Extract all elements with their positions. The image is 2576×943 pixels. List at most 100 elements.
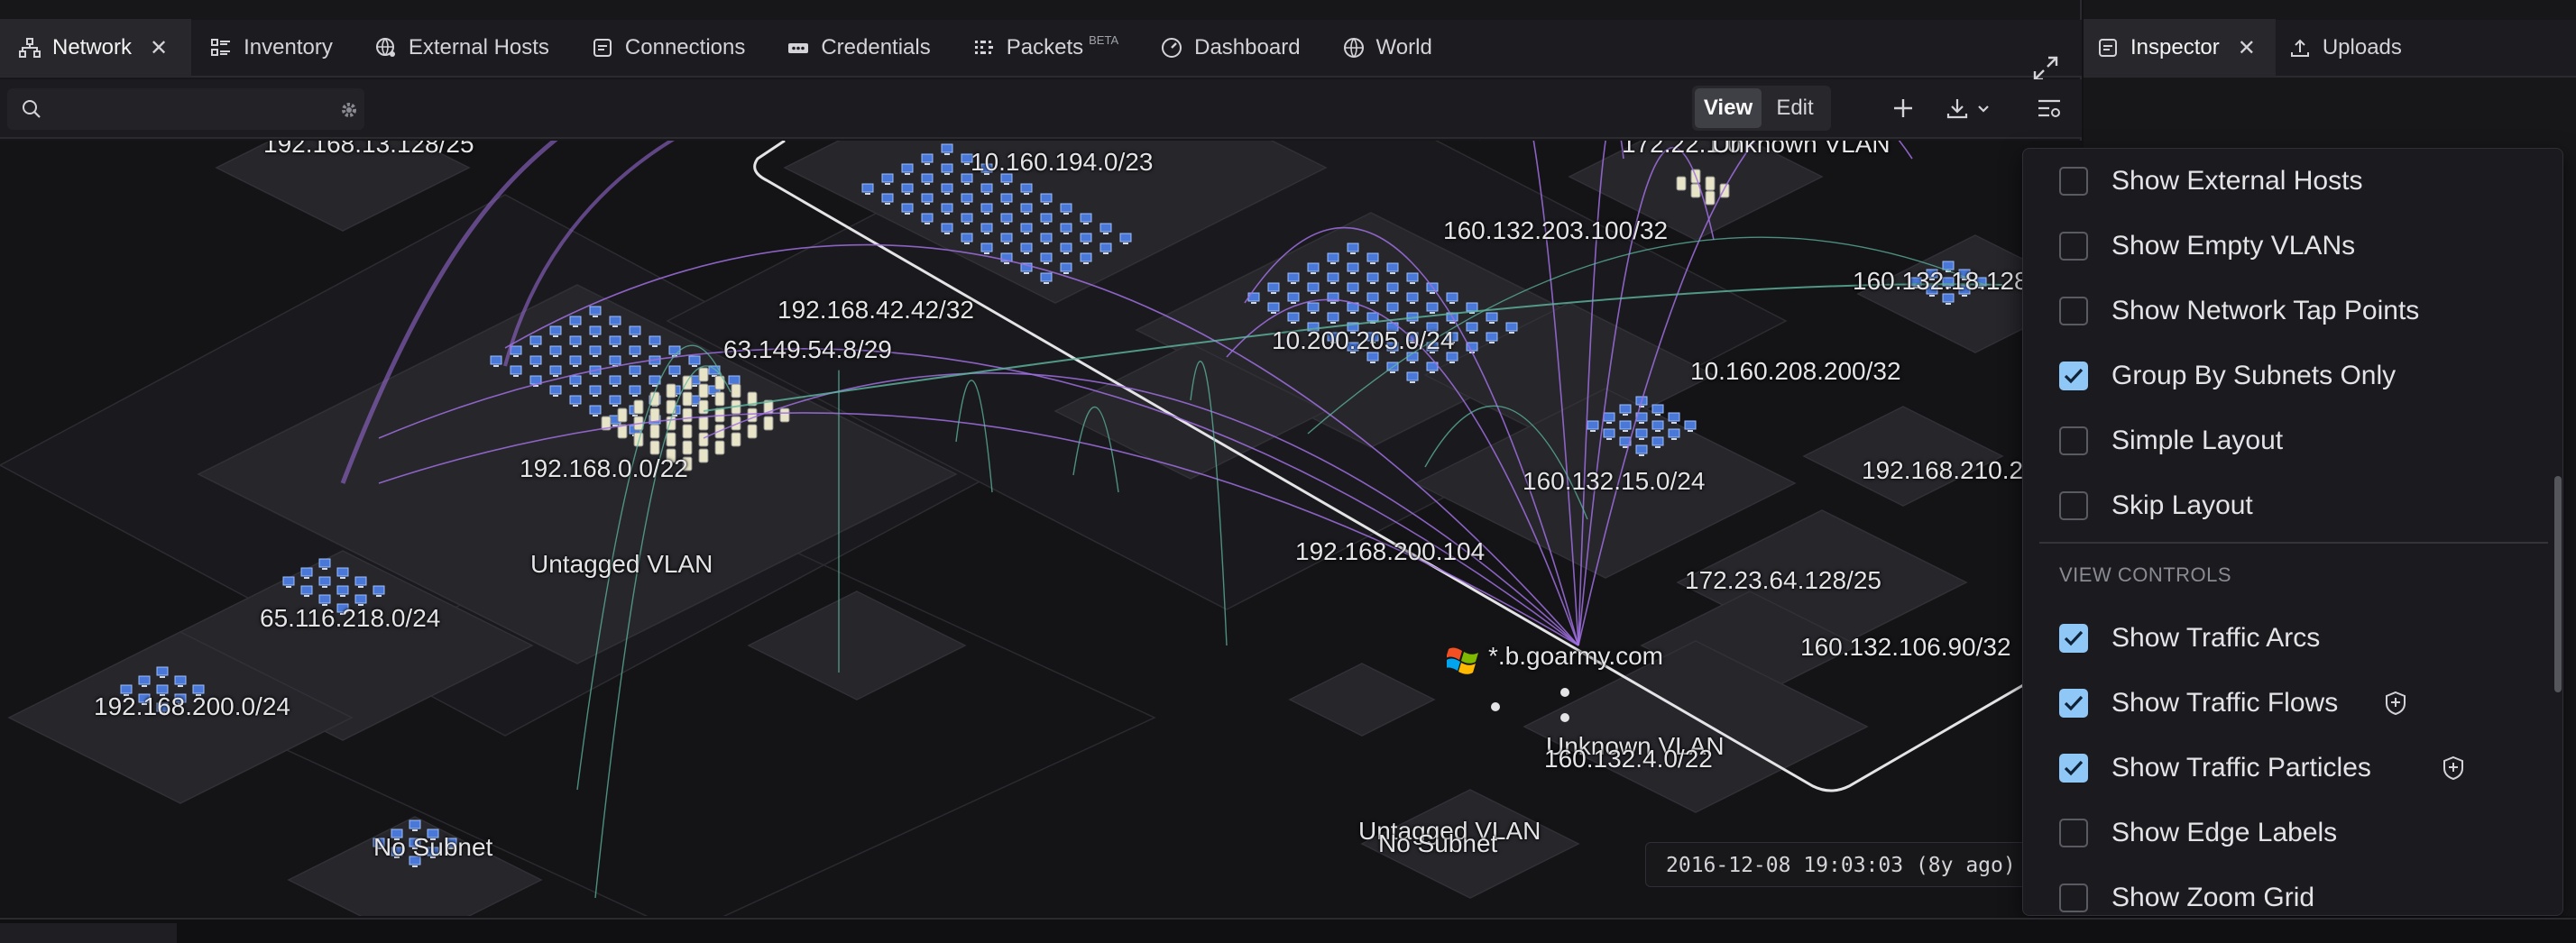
- subnet-label[interactable]: 10.160.208.200/32: [1690, 357, 1901, 386]
- subnet-label[interactable]: 192.168.0.0/22: [520, 454, 688, 483]
- tab-uploads[interactable]: Uploads: [2276, 19, 2422, 77]
- computer-stand: [1489, 322, 1495, 324]
- subnet-label[interactable]: 10.160.194.0/23: [971, 148, 1153, 177]
- subnet-label[interactable]: 63.149.54.8/29: [723, 335, 892, 364]
- computer-stand: [1639, 438, 1644, 440]
- computer-stand: [692, 385, 697, 387]
- subnet-label[interactable]: 65.116.218.0/24: [260, 604, 440, 633]
- shield-icon: [2443, 755, 2463, 781]
- checkbox-checked[interactable]: [2059, 624, 2088, 653]
- checkbox[interactable]: [2059, 491, 2088, 520]
- subnet-label[interactable]: 192.168.42.42/32: [777, 296, 974, 325]
- subnet-label[interactable]: No Subnet: [373, 833, 492, 862]
- view-mode-button[interactable]: View: [1695, 88, 1762, 128]
- subnet-label[interactable]: 192.168.13.128/25: [263, 141, 474, 159]
- add-icon[interactable]: [1887, 92, 1919, 124]
- server-icon: [747, 424, 758, 439]
- close-icon[interactable]: ✕: [2238, 35, 2256, 61]
- option-skip-layout[interactable]: Skip Layout: [2023, 481, 2528, 531]
- subnet-label[interactable]: 172.23.64.128/25: [1685, 566, 1881, 595]
- option-show-network-tap-points[interactable]: Show Network Tap Points: [2023, 286, 2528, 336]
- bottom-panel-strip: [0, 918, 2576, 943]
- tab-network[interactable]: Network ✕: [0, 19, 192, 77]
- option-simple-layout[interactable]: Simple Layout: [2023, 416, 2528, 466]
- subnet-label[interactable]: 192.168.210.21: [1862, 456, 2038, 485]
- computer-stand: [1123, 243, 1128, 244]
- vlan-label[interactable]: Unknown VLAN: [1712, 141, 1891, 159]
- host-label[interactable]: *.b.goarmy.com: [1488, 642, 1663, 671]
- host-label[interactable]: 192.168.200.104: [1295, 537, 1485, 566]
- option-show-traffic-flows[interactable]: Show Traffic Flows: [2023, 678, 2528, 728]
- option-show-empty-vlans[interactable]: Show Empty VLANs: [2023, 221, 2528, 271]
- download-dropdown-icon[interactable]: [1943, 92, 1997, 124]
- option-show-traffic-arcs[interactable]: Show Traffic Arcs: [2023, 613, 2528, 664]
- checkbox-checked[interactable]: [2059, 754, 2088, 783]
- computer-stand: [1044, 203, 1049, 205]
- computer-stand: [412, 829, 418, 831]
- network-graph[interactable]: [0, 141, 2082, 916]
- computer-icon: [1020, 183, 1033, 193]
- computer-icon: [1347, 262, 1359, 272]
- checkbox[interactable]: [2059, 232, 2088, 261]
- tab-inspector[interactable]: Inspector ✕: [2084, 19, 2276, 77]
- subnet-label[interactable]: 160.132.15.0/24: [1523, 467, 1705, 496]
- computer-icon: [1040, 252, 1053, 262]
- subnet-label[interactable]: 10.200.205.0/24: [1272, 326, 1454, 355]
- computer-stand: [1449, 322, 1455, 324]
- computer-stand: [1370, 282, 1375, 284]
- computer-icon: [941, 143, 953, 153]
- tab-inventory[interactable]: Inventory: [191, 19, 356, 77]
- tab-dashboard[interactable]: Dashboard: [1142, 19, 1323, 77]
- computer-stand: [1024, 193, 1029, 195]
- checkbox[interactable]: [2059, 167, 2088, 196]
- computer-stand: [632, 395, 638, 397]
- computer-icon: [1366, 252, 1379, 262]
- subnet-label[interactable]: 160.132.203.100/32: [1443, 216, 1668, 245]
- checkbox[interactable]: [2059, 883, 2088, 912]
- option-show-edge-labels[interactable]: Show Edge Labels: [2023, 808, 2528, 858]
- computer-icon: [1486, 312, 1498, 322]
- option-label: Show Empty VLANs: [2111, 231, 2356, 261]
- edit-mode-button[interactable]: Edit: [1762, 88, 1828, 128]
- subnet-label[interactable]: No Subnet: [1378, 829, 1497, 858]
- menu-scrollbar[interactable]: [2554, 476, 2562, 692]
- checkbox-checked[interactable]: [2059, 362, 2088, 390]
- subnet-label[interactable]: 160.132.18.128: [1853, 267, 2029, 296]
- option-show-traffic-particles[interactable]: Show Traffic Particles: [2023, 743, 2528, 793]
- tab-label: Connections: [624, 35, 746, 60]
- server-icon: [731, 432, 741, 447]
- computer-icon: [1366, 292, 1379, 302]
- computer-icon: [510, 365, 522, 375]
- bottom-tab[interactable]: [0, 923, 177, 943]
- option-group-by-subnets-only[interactable]: Group By Subnets Only: [2023, 351, 2528, 401]
- close-icon[interactable]: ✕: [150, 35, 168, 61]
- tab-world[interactable]: World: [1324, 19, 1456, 77]
- settings-sliders-icon[interactable]: [2033, 92, 2065, 124]
- computer-icon: [569, 335, 582, 345]
- computer-stand: [304, 577, 309, 579]
- tab-packets[interactable]: Packets BETA: [954, 19, 1142, 77]
- subnet-label[interactable]: 160.132.106.90/32: [1800, 633, 2011, 662]
- option-show-external-hosts[interactable]: Show External Hosts: [2023, 156, 2528, 206]
- tab-connections[interactable]: Connections: [573, 19, 768, 77]
- checkbox-checked[interactable]: [2059, 689, 2088, 718]
- computer-icon: [1406, 292, 1419, 302]
- search-input[interactable]: [49, 88, 319, 130]
- checkbox[interactable]: [2059, 297, 2088, 325]
- vlan-label[interactable]: Untagged VLAN: [530, 550, 713, 579]
- computer-icon: [1327, 312, 1339, 322]
- computer-icon: [354, 576, 367, 586]
- tab-external-hosts[interactable]: External Hosts: [356, 19, 573, 77]
- computer-icon: [318, 594, 331, 604]
- subnet-label[interactable]: 160.132.4.0/22: [1544, 745, 1713, 774]
- subnet-label[interactable]: 192.168.200.0/24: [94, 692, 290, 721]
- computer-stand: [984, 233, 989, 234]
- option-show-zoom-grid[interactable]: Show Zoom Grid: [2023, 873, 2528, 915]
- gear-icon[interactable]: [337, 98, 361, 122]
- checkbox[interactable]: [2059, 426, 2088, 455]
- checkbox[interactable]: [2059, 819, 2088, 847]
- network-graph-canvas[interactable]: 192.168.13.128/25 10.160.194.0/23 172.22…: [0, 141, 2082, 916]
- tab-credentials[interactable]: Credentials: [768, 19, 953, 77]
- computer-stand: [964, 223, 970, 224]
- server-icon: [617, 407, 628, 423]
